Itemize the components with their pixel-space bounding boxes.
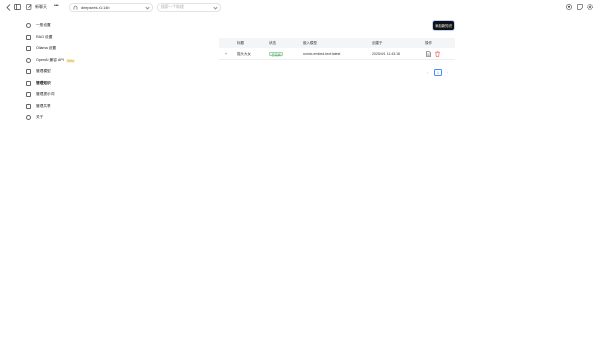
server-icon <box>26 69 31 74</box>
column-header-status: 状态 <box>269 41 276 45</box>
status-badge: 已完成 <box>269 51 284 57</box>
document-icon <box>26 35 31 40</box>
column-header-embedding-model: 嵌入模型 <box>303 41 317 45</box>
edit-icon <box>26 4 32 10</box>
check-circle-icon <box>26 23 31 28</box>
expand-row-button[interactable]: + <box>225 52 227 56</box>
new-chat-button[interactable]: 新聊天 <box>26 4 47 10</box>
sidebar-item-knowledge[interactable]: 管理知识 <box>26 79 96 88</box>
table-header: 标题 状态 嵌入模型 创建于 操作 <box>219 38 455 48</box>
pager-prev-button[interactable]: ‹ <box>427 69 428 76</box>
sidebar-item-about[interactable]: 关于 <box>26 113 96 122</box>
top-bar: 新聊天 ••• deepseek-r1:14b 搜索一个助理 <box>0 0 600 15</box>
sidebar-item-label: 管理模型 <box>36 69 51 73</box>
github-icon[interactable] <box>566 4 572 10</box>
info-icon <box>26 115 31 120</box>
beta-badge: Beta <box>65 58 76 63</box>
sidebar-item-label: 管理提示词 <box>36 92 55 96</box>
sidebar-item-label: 关于 <box>36 115 44 119</box>
more-icon[interactable]: ••• <box>54 4 59 9</box>
delete-trash-icon[interactable] <box>435 51 440 58</box>
pager-prev-label: ‹ <box>427 70 429 75</box>
embedding-model-value: nomic-embed-text:latest <box>303 52 341 56</box>
chevron-down-icon <box>145 5 150 10</box>
llama-icon <box>26 46 31 51</box>
settings-gear-icon[interactable] <box>587 4 593 10</box>
sidebar-item-openai-api[interactable]: OpenAI 兼容 API Beta <box>26 56 96 65</box>
sidebar-item-label: 管理知识 <box>36 81 51 85</box>
sidebar-item-label: OpenAI 兼容 API <box>36 58 64 62</box>
knowledge-title: 猫头大女 <box>237 52 251 56</box>
book-icon <box>26 92 31 97</box>
column-header-title: 标题 <box>237 41 244 45</box>
sidebar-item-rag[interactable]: RAG 设置 <box>26 33 96 42</box>
assistant-search[interactable]: 搜索一个助理 <box>157 3 221 12</box>
sidebar-item-models[interactable]: 管理模型 <box>26 67 96 76</box>
add-knowledge-button[interactable]: 添加新知识 <box>433 21 454 30</box>
sidebar-toggle-icon[interactable] <box>14 4 21 10</box>
brain-icon <box>26 81 31 86</box>
pager-current-page[interactable]: 1 <box>434 69 442 76</box>
share-icon <box>26 104 31 109</box>
notes-icon[interactable] <box>577 4 583 10</box>
view-document-icon[interactable] <box>426 51 431 58</box>
sidebar-item-label: RAG 设置 <box>36 35 53 39</box>
sidebar-item-label: Ollama 设置 <box>36 46 57 50</box>
back-icon[interactable] <box>6 4 11 11</box>
sidebar-item-sharing[interactable]: 管理共享 <box>26 102 96 111</box>
sidebar-item-prompts[interactable]: 管理提示词 <box>26 90 96 99</box>
sidebar-item-label: 一般设置 <box>36 23 51 27</box>
model-icon <box>73 5 78 10</box>
pager-next-button[interactable]: › <box>447 69 448 76</box>
column-header-actions: 操作 <box>425 41 432 45</box>
column-header-created: 创建于 <box>372 41 383 45</box>
openai-icon <box>26 58 31 63</box>
sidebar-item-label: 管理共享 <box>36 104 51 108</box>
created-at-value: 2025/4/1 11:43:18 <box>372 52 400 56</box>
model-select-value: deepseek-r1:14b <box>81 5 110 10</box>
assistant-search-placeholder: 搜索一个助理 <box>161 5 184 9</box>
new-chat-label: 新聊天 <box>35 4 47 9</box>
pager-next-label: › <box>447 70 449 75</box>
model-select[interactable]: deepseek-r1:14b <box>69 3 153 12</box>
chevron-down-icon <box>213 5 218 10</box>
sidebar-item-general[interactable]: 一般设置 <box>26 21 96 30</box>
sidebar-item-ollama[interactable]: Ollama 设置 <box>26 44 96 53</box>
table-row[interactable]: + 猫头大女 已完成 nomic-embed-text:latest 2025/… <box>219 48 455 60</box>
